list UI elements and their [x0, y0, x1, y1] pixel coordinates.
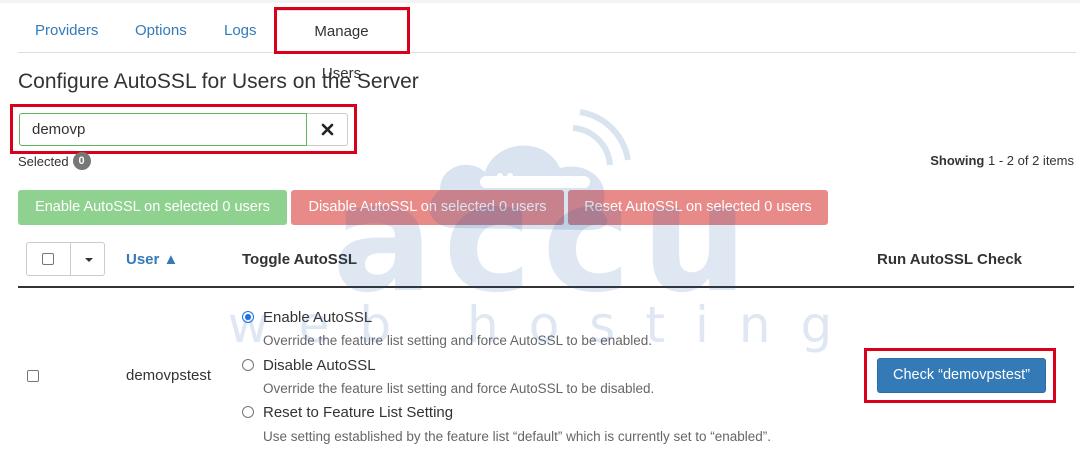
radio-reset-feature-list[interactable] [242, 406, 254, 418]
column-header-user[interactable]: User ▲ [126, 251, 178, 268]
reset-autossl-selected-button[interactable]: Reset AutoSSL on selected 0 users [568, 190, 828, 225]
select-all-dropdown[interactable] [26, 242, 105, 276]
table-header-rule [18, 286, 1074, 288]
clear-search-button[interactable] [307, 113, 348, 146]
showing-range: 1 - 2 of 2 items [988, 153, 1074, 168]
search-input[interactable] [19, 113, 307, 146]
option-desc-disable: Override the feature list setting and fo… [263, 381, 655, 396]
tab-providers[interactable]: Providers [18, 10, 115, 52]
showing-summary: Showing 1 - 2 of 2 items [930, 153, 1074, 168]
row-username: demovpstest [126, 367, 212, 384]
row-checkbox[interactable] [27, 370, 39, 382]
radio-enable-autossl[interactable] [242, 311, 254, 323]
select-divider [70, 243, 71, 275]
tab-logs[interactable]: Logs [207, 10, 274, 52]
column-header-toggle-autossl: Toggle AutoSSL [242, 251, 357, 268]
enable-autossl-selected-button[interactable]: Enable AutoSSL on selected 0 users [18, 190, 287, 225]
close-icon [321, 123, 333, 136]
option-label-reset: Reset to Feature List Setting [263, 404, 454, 421]
page-title: Configure AutoSSL for Users on the Serve… [18, 70, 419, 93]
run-check-button[interactable]: Check “demovpstest” [877, 358, 1046, 393]
option-label-disable: Disable AutoSSL [263, 357, 376, 374]
option-label-enable: Enable AutoSSL [263, 309, 373, 326]
option-desc-enable: Override the feature list setting and fo… [263, 333, 652, 348]
radio-disable-autossl[interactable] [242, 359, 254, 371]
top-border [0, 0, 1080, 3]
chevron-down-icon[interactable] [85, 258, 93, 262]
showing-label: Showing [930, 153, 985, 168]
tab-manage-users[interactable]: Manage Users [275, 10, 408, 82]
selected-badge: 0 [72, 152, 91, 170]
select-all-checkbox[interactable] [42, 253, 54, 265]
tab-bar: Providers Options Logs Manage Users [18, 10, 1076, 82]
selected-label: Selected [18, 153, 69, 169]
tab-options[interactable]: Options [118, 10, 204, 52]
svg-text:accu: accu [332, 152, 758, 326]
column-header-run-check: Run AutoSSL Check [877, 251, 1023, 268]
disable-autossl-selected-button[interactable]: Disable AutoSSL on selected 0 users [291, 190, 564, 225]
selected-count: Selected 0 [18, 152, 91, 170]
option-desc-reset: Use setting established by the feature l… [263, 429, 772, 444]
